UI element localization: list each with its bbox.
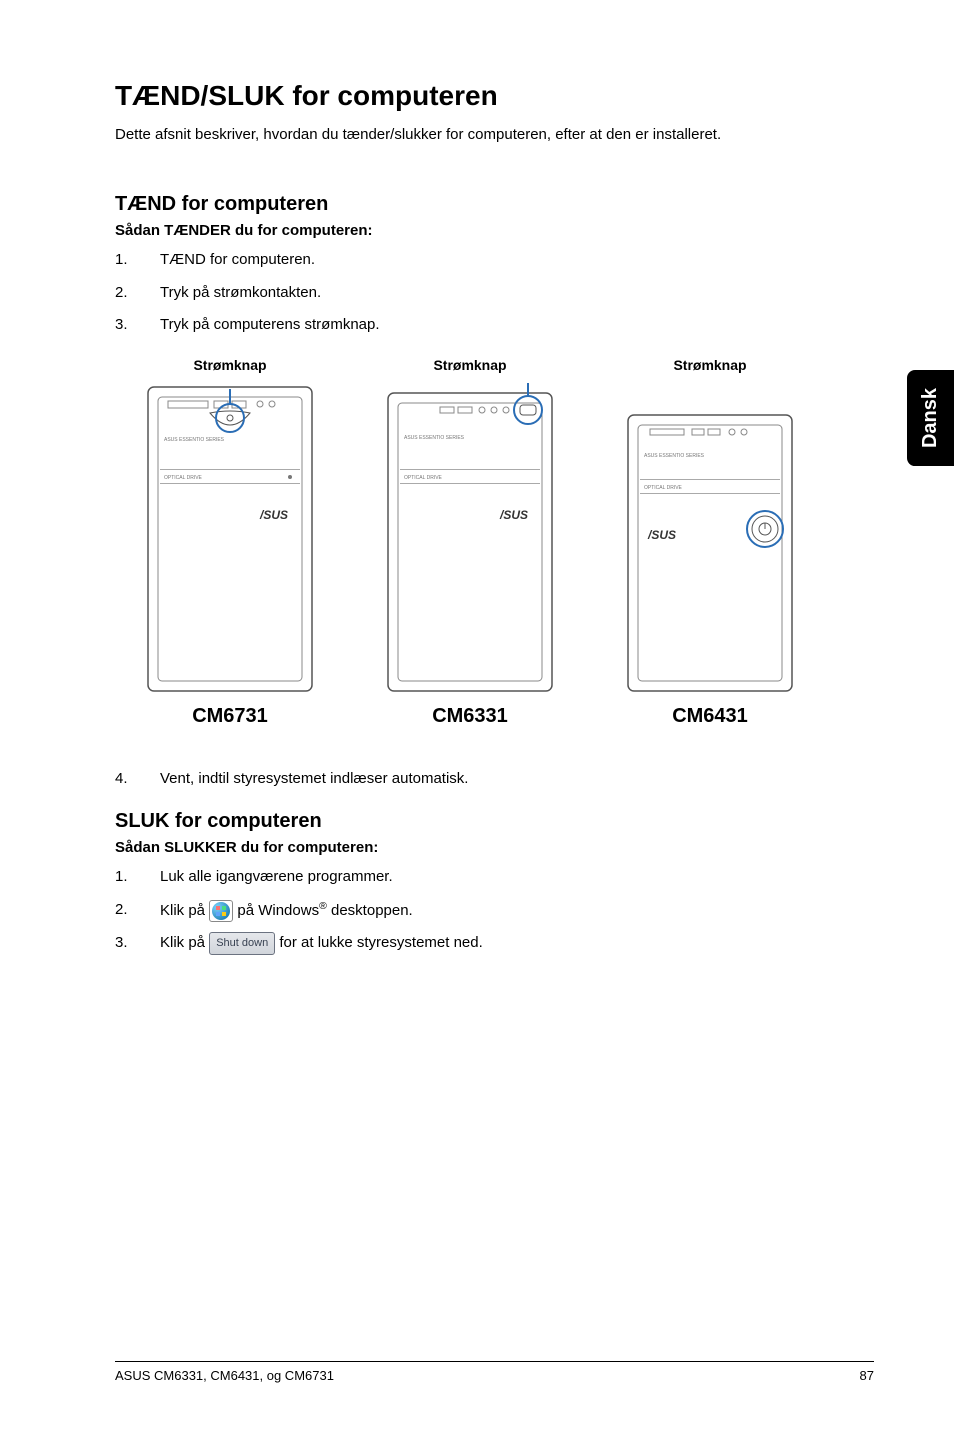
on-step-4: Vent, indtil styresystemet indlæser auto… bbox=[115, 768, 874, 791]
page-footer: ASUS CM6331, CM6431, og CM6731 87 bbox=[115, 1361, 874, 1383]
footer-page-number: 87 bbox=[860, 1368, 874, 1383]
shutdown-button-image: Shut down bbox=[209, 932, 275, 955]
turn-off-steps: Luk alle igangværene programmer. Klik på… bbox=[115, 866, 874, 955]
svg-text:OPTICAL DRIVE: OPTICAL DRIVE bbox=[404, 475, 443, 481]
tower-image-cm6431: ASUS ESSENTIO SERIES OPTICAL DRIVE /SUS bbox=[620, 379, 800, 699]
on-step-2: Tryk på strømkontakten. bbox=[115, 282, 874, 305]
svg-text:/SUS: /SUS bbox=[499, 508, 528, 522]
turn-off-sub: Sådan SLUKKER du for computeren: bbox=[115, 839, 874, 856]
on-step-after: Vent, indtil styresystemet indlæser auto… bbox=[115, 768, 874, 791]
svg-text:ASUS ESSENTIO SERIES: ASUS ESSENTIO SERIES bbox=[644, 453, 705, 459]
svg-text:OPTICAL DRIVE: OPTICAL DRIVE bbox=[164, 475, 203, 481]
intro-text: Dette afsnit beskriver, hvordan du tænde… bbox=[115, 126, 874, 143]
power-label-2: Strømknap bbox=[433, 357, 506, 373]
tower-row: Strømknap ASUS ESSENTIO SERIES OP bbox=[140, 357, 874, 728]
footer-left: ASUS CM6331, CM6431, og CM6731 bbox=[115, 1368, 334, 1383]
off-step-3-b: for at lukke styresystemet ned. bbox=[279, 934, 482, 951]
off-step-2-c: desktoppen. bbox=[327, 902, 413, 919]
model-cm6431: CM6431 bbox=[672, 705, 748, 728]
turn-on-sub: Sådan TÆNDER du for computeren: bbox=[115, 222, 874, 239]
tower-image-cm6731: ASUS ESSENTIO SERIES OPTICAL DRIVE /SUS bbox=[140, 379, 320, 699]
svg-text:/SUS: /SUS bbox=[259, 508, 288, 522]
power-label-1: Strømknap bbox=[193, 357, 266, 373]
off-step-2-b: på Windows bbox=[237, 902, 319, 919]
page-content: TÆND/SLUK for computeren Dette afsnit be… bbox=[0, 0, 954, 1438]
off-step-1: Luk alle igangværene programmer. bbox=[115, 866, 874, 889]
model-cm6331: CM6331 bbox=[432, 705, 508, 728]
svg-text:/SUS: /SUS bbox=[647, 528, 676, 542]
tower-image-cm6331: ASUS ESSENTIO SERIES OPTICAL DRIVE /SUS bbox=[380, 379, 560, 699]
page-title: TÆND/SLUK for computeren bbox=[115, 80, 874, 112]
off-step-2: Klik på på Windows® desktoppen. bbox=[115, 899, 874, 923]
start-orb-icon bbox=[209, 900, 233, 922]
on-step-1: TÆND for computeren. bbox=[115, 249, 874, 272]
svg-text:OPTICAL DRIVE: OPTICAL DRIVE bbox=[644, 485, 683, 491]
power-label-3: Strømknap bbox=[673, 357, 746, 373]
tower-cm6731: Strømknap ASUS ESSENTIO SERIES OP bbox=[140, 357, 320, 728]
turn-on-steps: TÆND for computeren. Tryk på strømkontak… bbox=[115, 249, 874, 337]
tower-cm6331: Strømknap ASUS ESSENTIO SERIES OPTICAL D… bbox=[380, 357, 560, 728]
on-step-3: Tryk på computerens strømknap. bbox=[115, 314, 874, 337]
tower-cm6431: Strømknap ASUS ESSENTIO SERIES OPTICAL D… bbox=[620, 357, 800, 728]
svg-text:ASUS ESSENTIO SERIES: ASUS ESSENTIO SERIES bbox=[164, 437, 225, 443]
turn-on-heading: TÆND for computeren bbox=[115, 193, 874, 216]
svg-text:ASUS ESSENTIO SERIES: ASUS ESSENTIO SERIES bbox=[404, 435, 465, 441]
turn-off-heading: SLUK for computeren bbox=[115, 810, 874, 833]
model-cm6731: CM6731 bbox=[192, 705, 268, 728]
off-step-3-a: Klik på bbox=[160, 934, 209, 951]
off-step-3: Klik på Shut down for at lukke styresyst… bbox=[115, 932, 874, 955]
reg-mark: ® bbox=[319, 900, 327, 912]
off-step-2-a: Klik på bbox=[160, 902, 209, 919]
